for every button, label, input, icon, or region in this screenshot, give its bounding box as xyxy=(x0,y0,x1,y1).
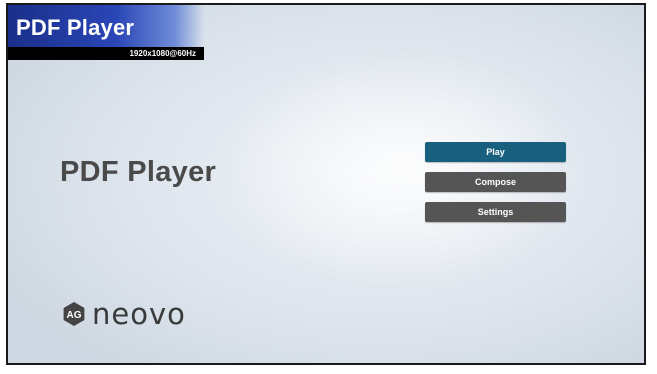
page-title: PDF Player xyxy=(60,156,217,188)
app-screen: PDF Player 1920x1080@60Hz PDF Player Pla… xyxy=(6,3,646,365)
logo-mark-text: AG xyxy=(67,310,82,321)
app-title: PDF Player xyxy=(16,15,135,40)
ag-logo-icon: AG xyxy=(63,302,85,326)
settings-button[interactable]: Settings xyxy=(425,202,566,222)
compose-button[interactable]: Compose xyxy=(425,172,566,192)
main-menu: Play Compose Settings xyxy=(425,142,566,232)
title-band: PDF Player xyxy=(8,5,204,47)
play-button[interactable]: Play xyxy=(425,142,566,162)
resolution-label: 1920x1080@60Hz xyxy=(129,49,196,58)
brand-logo: AG neovo xyxy=(61,299,186,329)
resolution-bar: 1920x1080@60Hz xyxy=(8,47,204,60)
app-header: PDF Player 1920x1080@60Hz xyxy=(8,5,204,60)
logo-text: neovo xyxy=(92,297,186,331)
